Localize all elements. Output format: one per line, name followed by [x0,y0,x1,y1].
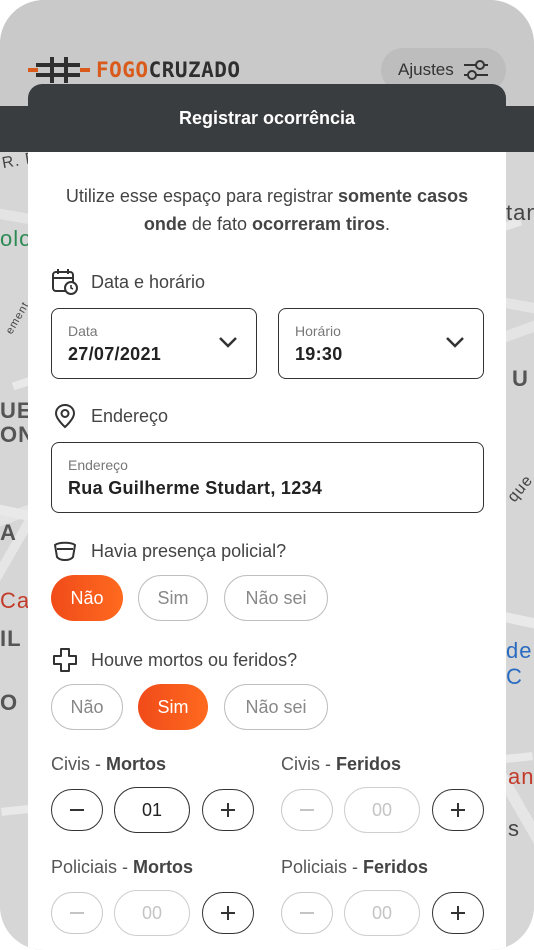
police-injured-count[interactable]: 00 [344,890,420,936]
sliders-icon [463,60,488,80]
civil-injured-minus-button[interactable] [281,789,333,831]
victims-option-nao[interactable]: Não [51,684,123,730]
minus-icon [70,912,84,914]
civil-dead-count[interactable]: 01 [114,787,190,833]
police-badge-icon [53,541,77,561]
police-injured-minus-button[interactable] [281,892,333,934]
victims-option-sim[interactable]: Sim [138,684,208,730]
police-option-sim[interactable]: Sim [138,575,208,621]
police-section-title: Havia presença policial? [51,537,286,565]
victims-section-title: Houve mortos ou feridos? [51,646,297,674]
map-label: U [512,366,529,391]
address-field-label: Endereço [68,457,128,473]
intro-text: Utilize esse espaço para registrar somen… [65,186,469,234]
chevron-down-icon [446,337,464,348]
police-question: Havia presença policial? [91,540,287,561]
map-label: tan [506,200,534,225]
police-dead-plus-button[interactable] [202,892,254,934]
chevron-down-icon [219,337,237,348]
minus-icon [300,912,314,914]
police-dead-minus-button[interactable] [51,892,103,934]
location-pin-icon [54,403,76,429]
address-value: Rua Guilherme Studart, 1234 [68,478,323,498]
datetime-section-title: Data e horário [51,268,205,296]
police-injured-plus-button[interactable] [432,892,484,934]
police-dead-count[interactable]: 00 [114,890,190,936]
civil-injured-count[interactable]: 00 [344,787,420,833]
time-value: 19:30 [295,344,343,364]
plus-icon [221,803,235,817]
minus-icon [300,809,314,811]
phone-screen: R. Fl olo ement UE ON A Ca IL O tan U qu… [0,0,534,950]
plus-icon [451,803,465,817]
map-label: de C [506,638,533,689]
time-label: Horário [295,323,341,339]
address-input[interactable]: Endereço Rua Guilherme Studart, 1234 [51,442,484,513]
plus-icon [451,906,465,920]
civil-injured-title: Civis - Feridos [281,754,402,774]
police-option-nao[interactable]: Não [51,575,123,621]
settings-label: Ajustes [398,60,454,79]
civil-dead-plus-button[interactable] [202,789,254,831]
date-value: 27/07/2021 [68,344,162,364]
minus-icon [70,809,84,811]
datetime-label: Data e horário [91,271,206,292]
police-dead-title: Policiais - Mortos [51,857,194,877]
police-injured-title: Policiais - Feridos [281,857,429,877]
civil-injured-plus-button[interactable] [432,789,484,831]
date-label: Data [68,323,98,339]
victims-option-nao-sei[interactable]: Não sei [224,684,328,730]
police-option-nao-sei[interactable]: Não sei [224,575,328,621]
medical-cross-icon [53,648,77,672]
map-label: O [0,690,19,715]
victims-question: Houve mortos ou feridos? [91,649,298,670]
address-label: Endereço [91,405,169,426]
map-label: s [508,816,520,841]
calendar-clock-icon [52,269,78,295]
civil-dead-title: Civis - Mortos [51,754,166,774]
map-label: IL [0,626,22,651]
logo-hash-icon [28,55,90,85]
map-label: an [508,764,534,789]
register-occurrence-sheet: Registrar ocorrência Utilize esse espaço… [28,84,506,950]
plus-icon [221,906,235,920]
map-label: que [504,471,534,506]
civil-dead-minus-button[interactable] [51,789,103,831]
map-label: Ca [0,588,31,613]
app-logo: FOGOCRUZADO [28,52,241,88]
map-label: A [0,520,17,545]
time-select[interactable]: Horário 19:30 [278,308,484,379]
logo-text: FOGOCRUZADO [96,58,241,82]
date-select[interactable]: Data 27/07/2021 [51,308,257,379]
sheet-title: Registrar ocorrência [28,84,506,152]
address-section-title: Endereço [51,402,168,430]
